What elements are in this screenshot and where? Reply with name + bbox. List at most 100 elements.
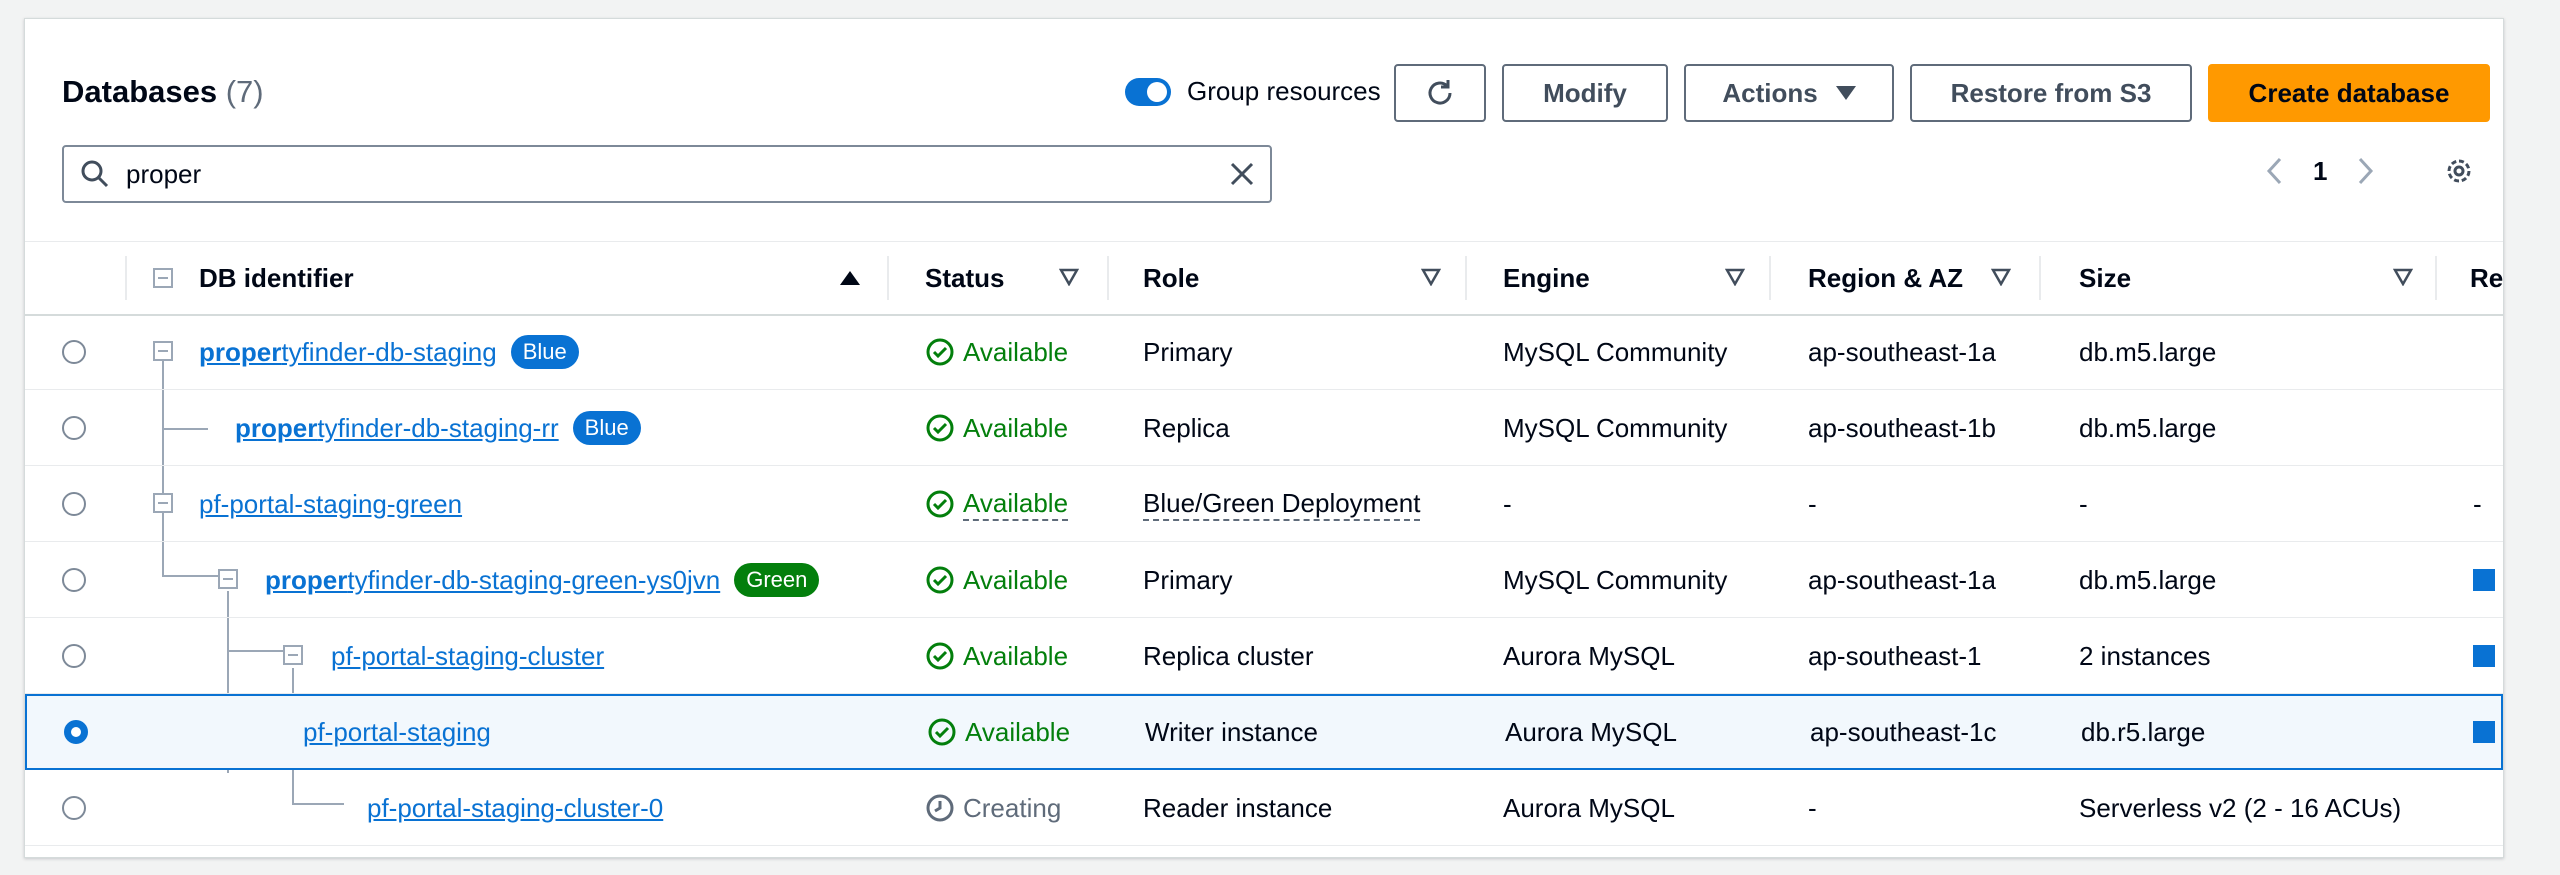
sort-icon[interactable] (1059, 268, 1079, 286)
check-circle-icon (926, 566, 954, 594)
deployment-badge: Blue (510, 335, 579, 369)
table-row[interactable]: pf-portal-staging-green Available Blue/G… (25, 466, 2503, 542)
db-identifier-link[interactable]: pf-portal-staging-green (199, 489, 462, 520)
deployment-badge: Green (734, 563, 820, 597)
table-header: DB identifier Status Role Engine Region … (25, 241, 2503, 316)
check-circle-icon (926, 338, 954, 366)
actions-dropdown[interactable]: Actions (1684, 64, 1894, 122)
status-text: Creating (963, 792, 1062, 823)
region-cell: ap-southeast-1c (1810, 716, 1997, 747)
region-cell: ap-southeast-1a (1808, 564, 1996, 595)
region-cell: - (1808, 792, 1817, 823)
extra-cell: - (2473, 488, 2482, 519)
table-row[interactable]: propertyfinder-db-staging-green-ys0jvn G… (25, 542, 2503, 618)
sort-icon[interactable] (1421, 268, 1441, 286)
status-text[interactable]: Available (963, 488, 1069, 521)
status-cell: Available (925, 618, 1068, 694)
status-text: Available (963, 564, 1069, 595)
column-db-identifier[interactable]: DB identifier (199, 242, 354, 314)
column-size[interactable]: Size (2079, 242, 2131, 314)
sort-icon[interactable] (1991, 268, 2011, 286)
search-input[interactable] (124, 157, 1208, 191)
square-icon (2473, 721, 2495, 743)
group-resources-toggle[interactable]: Group resources (1125, 76, 1381, 107)
row-radio[interactable] (62, 568, 86, 592)
restore-from-s3-button[interactable]: Restore from S3 (1910, 64, 2192, 122)
db-identifier-link[interactable]: pf-portal-staging-cluster (331, 641, 604, 672)
clear-icon[interactable] (1228, 160, 1256, 188)
collapse-icon[interactable] (218, 569, 238, 589)
clock-icon (926, 794, 954, 822)
size-cell: db.m5.large (2079, 564, 2217, 595)
column-region-truncated[interactable]: Re (2470, 242, 2503, 314)
sort-ascending-icon[interactable] (839, 270, 861, 286)
table-row[interactable]: pf-portal-staging-cluster Available Repl… (25, 618, 2503, 694)
square-icon (2473, 569, 2495, 591)
column-role[interactable]: Role (1143, 242, 1199, 314)
engine-cell: - (1503, 488, 1512, 519)
refresh-button[interactable] (1394, 64, 1486, 122)
column-status[interactable]: Status (925, 242, 1004, 314)
row-radio[interactable] (62, 644, 86, 668)
size-cell: db.m5.large (2079, 412, 2217, 443)
deployment-badge: Blue (572, 411, 641, 445)
engine-cell: Aurora MySQL (1505, 716, 1677, 747)
region-cell: - (1808, 488, 1817, 519)
row-radio[interactable] (62, 416, 86, 440)
sort-icon[interactable] (1725, 268, 1745, 286)
row-radio[interactable] (62, 492, 86, 516)
modify-button[interactable]: Modify (1502, 64, 1668, 122)
database-count: (7) (225, 74, 264, 109)
db-identifier-link[interactable]: propertyfinder-db-staging (199, 337, 497, 368)
engine-cell: MySQL Community (1503, 412, 1728, 443)
collapse-icon[interactable] (283, 645, 303, 665)
status-text: Available (963, 640, 1069, 671)
toggle-switch[interactable] (1125, 77, 1171, 106)
check-circle-icon (926, 414, 954, 442)
chevron-right-icon[interactable] (2355, 156, 2375, 186)
row-radio[interactable] (64, 720, 88, 744)
status-cell: Creating (925, 770, 1061, 846)
role-cell[interactable]: Blue/Green Deployment (1143, 488, 1421, 521)
gear-icon[interactable] (2443, 155, 2475, 187)
title-text: Databases (62, 74, 218, 109)
db-identifier-link[interactable]: propertyfinder-db-staging-green-ys0jvn (265, 565, 720, 596)
row-radio[interactable] (62, 796, 86, 820)
collapse-icon[interactable] (153, 341, 173, 361)
role-cell: Primary (1143, 564, 1233, 595)
group-resources-label: Group resources (1187, 76, 1381, 106)
size-cell: db.r5.large (2081, 716, 2206, 747)
create-database-button[interactable]: Create database (2208, 64, 2490, 122)
db-identifier-link[interactable]: propertyfinder-db-staging-rr (235, 413, 559, 444)
sort-icon[interactable] (2393, 268, 2413, 286)
refresh-icon (1428, 80, 1452, 105)
table-row[interactable]: propertyfinder-db-staging Blue Available… (25, 314, 2503, 390)
collapse-all-icon[interactable] (153, 268, 173, 288)
region-cell: ap-southeast-1b (1808, 412, 1996, 443)
current-page[interactable]: 1 (2313, 156, 2327, 187)
db-identifier-link[interactable]: pf-portal-staging-cluster-0 (367, 793, 663, 824)
engine-cell: MySQL Community (1503, 336, 1728, 367)
row-radio[interactable] (62, 340, 86, 364)
column-region-az[interactable]: Region & AZ (1808, 242, 1963, 314)
chevron-left-icon[interactable] (2265, 156, 2285, 186)
table-row[interactable]: pf-portal-staging-cluster-0 Creating Rea… (25, 770, 2503, 846)
engine-cell: MySQL Community (1503, 564, 1728, 595)
search-icon (81, 160, 109, 188)
collapse-icon[interactable] (153, 493, 173, 513)
actions-label: Actions (1722, 77, 1818, 108)
table-row-selected[interactable]: pf-portal-staging Available Writer insta… (25, 694, 2503, 770)
search-field[interactable] (62, 145, 1272, 203)
engine-cell: Aurora MySQL (1503, 792, 1675, 823)
page-title: Databases (7) (62, 74, 264, 110)
size-cell: 2 instances (2079, 640, 2211, 671)
check-circle-icon (928, 718, 956, 746)
size-cell: Serverless v2 (2 - 16 ACUs) (2079, 792, 2402, 823)
check-circle-icon (926, 490, 954, 518)
table-row[interactable]: propertyfinder-db-staging-rr Blue Availa… (25, 390, 2503, 466)
status-text: Available (965, 716, 1071, 747)
status-cell: Available (925, 390, 1068, 466)
status-cell: Available (925, 542, 1068, 618)
column-engine[interactable]: Engine (1503, 242, 1590, 314)
db-identifier-link[interactable]: pf-portal-staging (303, 717, 491, 748)
